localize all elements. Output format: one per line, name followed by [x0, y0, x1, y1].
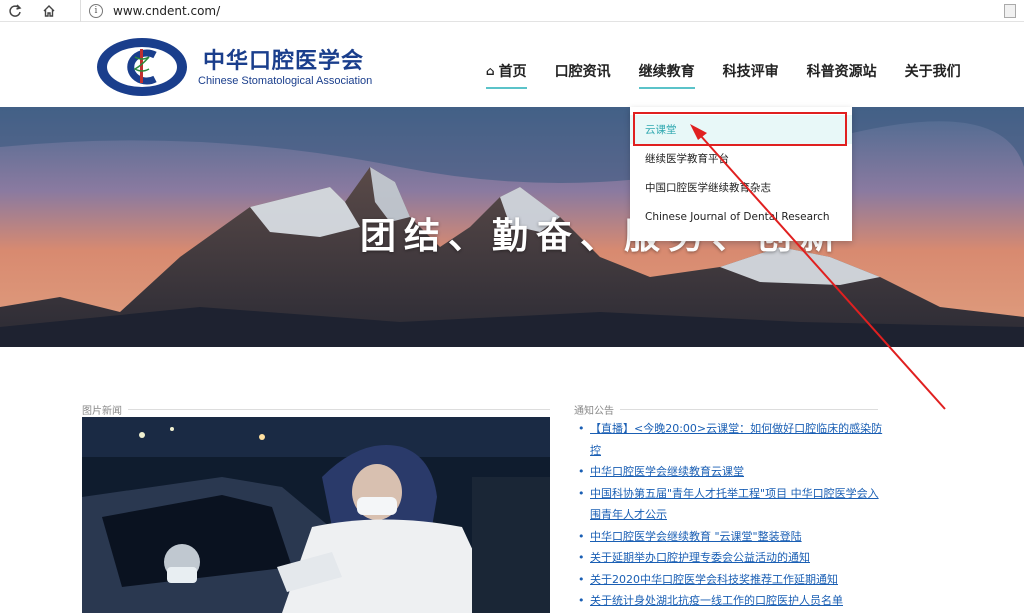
notice-item[interactable]: 中华口腔医学会继续教育 "云课堂"整装登陆 — [576, 526, 886, 548]
notice-item[interactable]: 【直播】<今晚20:00>云课堂：如何做好口腔临床的感染防控 — [576, 418, 886, 461]
notice-item[interactable]: 中华口腔医学会继续教育云课堂 — [576, 461, 886, 483]
site-name-cn[interactable]: 中华口腔医学会 — [203, 43, 364, 75]
dropdown-item-journal-en[interactable]: Chinese Journal of Dental Research — [630, 202, 852, 231]
site-name-en[interactable]: Chinese Stomatological Association — [198, 75, 372, 87]
nav-item-label: 口腔资讯 — [554, 64, 611, 80]
notice-item[interactable]: 中国科协第五届"青年人才托举工程"项目 中华口腔医学会入围青年人才公示 — [576, 483, 886, 526]
reload-icon[interactable] — [2, 0, 28, 22]
home-icon[interactable] — [36, 0, 62, 22]
picture-news-title: 图片新闻 — [82, 406, 122, 417]
browser-toolbar: i www.cndent.com/ — [0, 0, 1024, 22]
main-nav: ⌂ 首页 口腔资讯 继续教育 科技评审 科普资源站 关于我们 — [486, 59, 961, 89]
hero-banner[interactable]: 团结、勤奋、服务、创新 — [0, 107, 1024, 347]
nav-item-home[interactable]: ⌂ 首页 — [486, 59, 527, 89]
logo-emblem-icon[interactable] — [95, 37, 189, 97]
picture-news-divider — [128, 409, 550, 410]
news-photo[interactable] — [82, 417, 550, 613]
notice-item[interactable]: 关于延期举办口腔护理专委会公益活动的通知 — [576, 547, 886, 569]
site-header: 中华口腔医学会 Chinese Stomatological Associati… — [0, 23, 1024, 107]
notice-list: 【直播】<今晚20:00>云课堂：如何做好口腔临床的感染防控 中华口腔医学会继续… — [576, 418, 886, 612]
nav-item-label: 首页 — [498, 64, 527, 80]
nav-item-label: 科普资源站 — [806, 64, 877, 80]
annotation-highlight-box — [633, 112, 847, 146]
address-bar[interactable]: i www.cndent.com/ — [80, 0, 1020, 22]
nav-item-label: 继续教育 — [638, 64, 695, 80]
notice-divider — [620, 409, 878, 410]
news-photo-image — [82, 417, 550, 613]
dropdown-item-cme-platform[interactable]: 继续医学教育平台 — [630, 144, 852, 173]
nav-item-label: 关于我们 — [904, 64, 961, 80]
nav-item-dental-news[interactable]: 口腔资讯 — [555, 59, 611, 83]
nav-item-continuing-education[interactable]: 继续教育 — [638, 59, 695, 89]
url-text[interactable]: www.cndent.com/ — [113, 4, 220, 18]
dropdown-item-journal-cn[interactable]: 中国口腔医学继续教育杂志 — [630, 173, 852, 202]
home-icon: ⌂ — [486, 64, 495, 78]
reader-mode-icon[interactable] — [1004, 4, 1016, 18]
notice-item[interactable]: 关于统计身处湖北抗疫一线工作的口腔医护人员名单 — [576, 590, 886, 612]
nav-item-science-resources[interactable]: 科普资源站 — [807, 59, 877, 83]
nav-item-about-us[interactable]: 关于我们 — [905, 59, 961, 83]
nav-item-label: 科技评审 — [722, 64, 779, 80]
notice-title: 通知公告 — [574, 406, 614, 417]
nav-item-tech-review[interactable]: 科技评审 — [723, 59, 779, 83]
notice-item[interactable]: 关于2020中华口腔医学会科技奖推荐工作延期通知 — [576, 569, 886, 591]
info-icon[interactable]: i — [89, 4, 103, 18]
